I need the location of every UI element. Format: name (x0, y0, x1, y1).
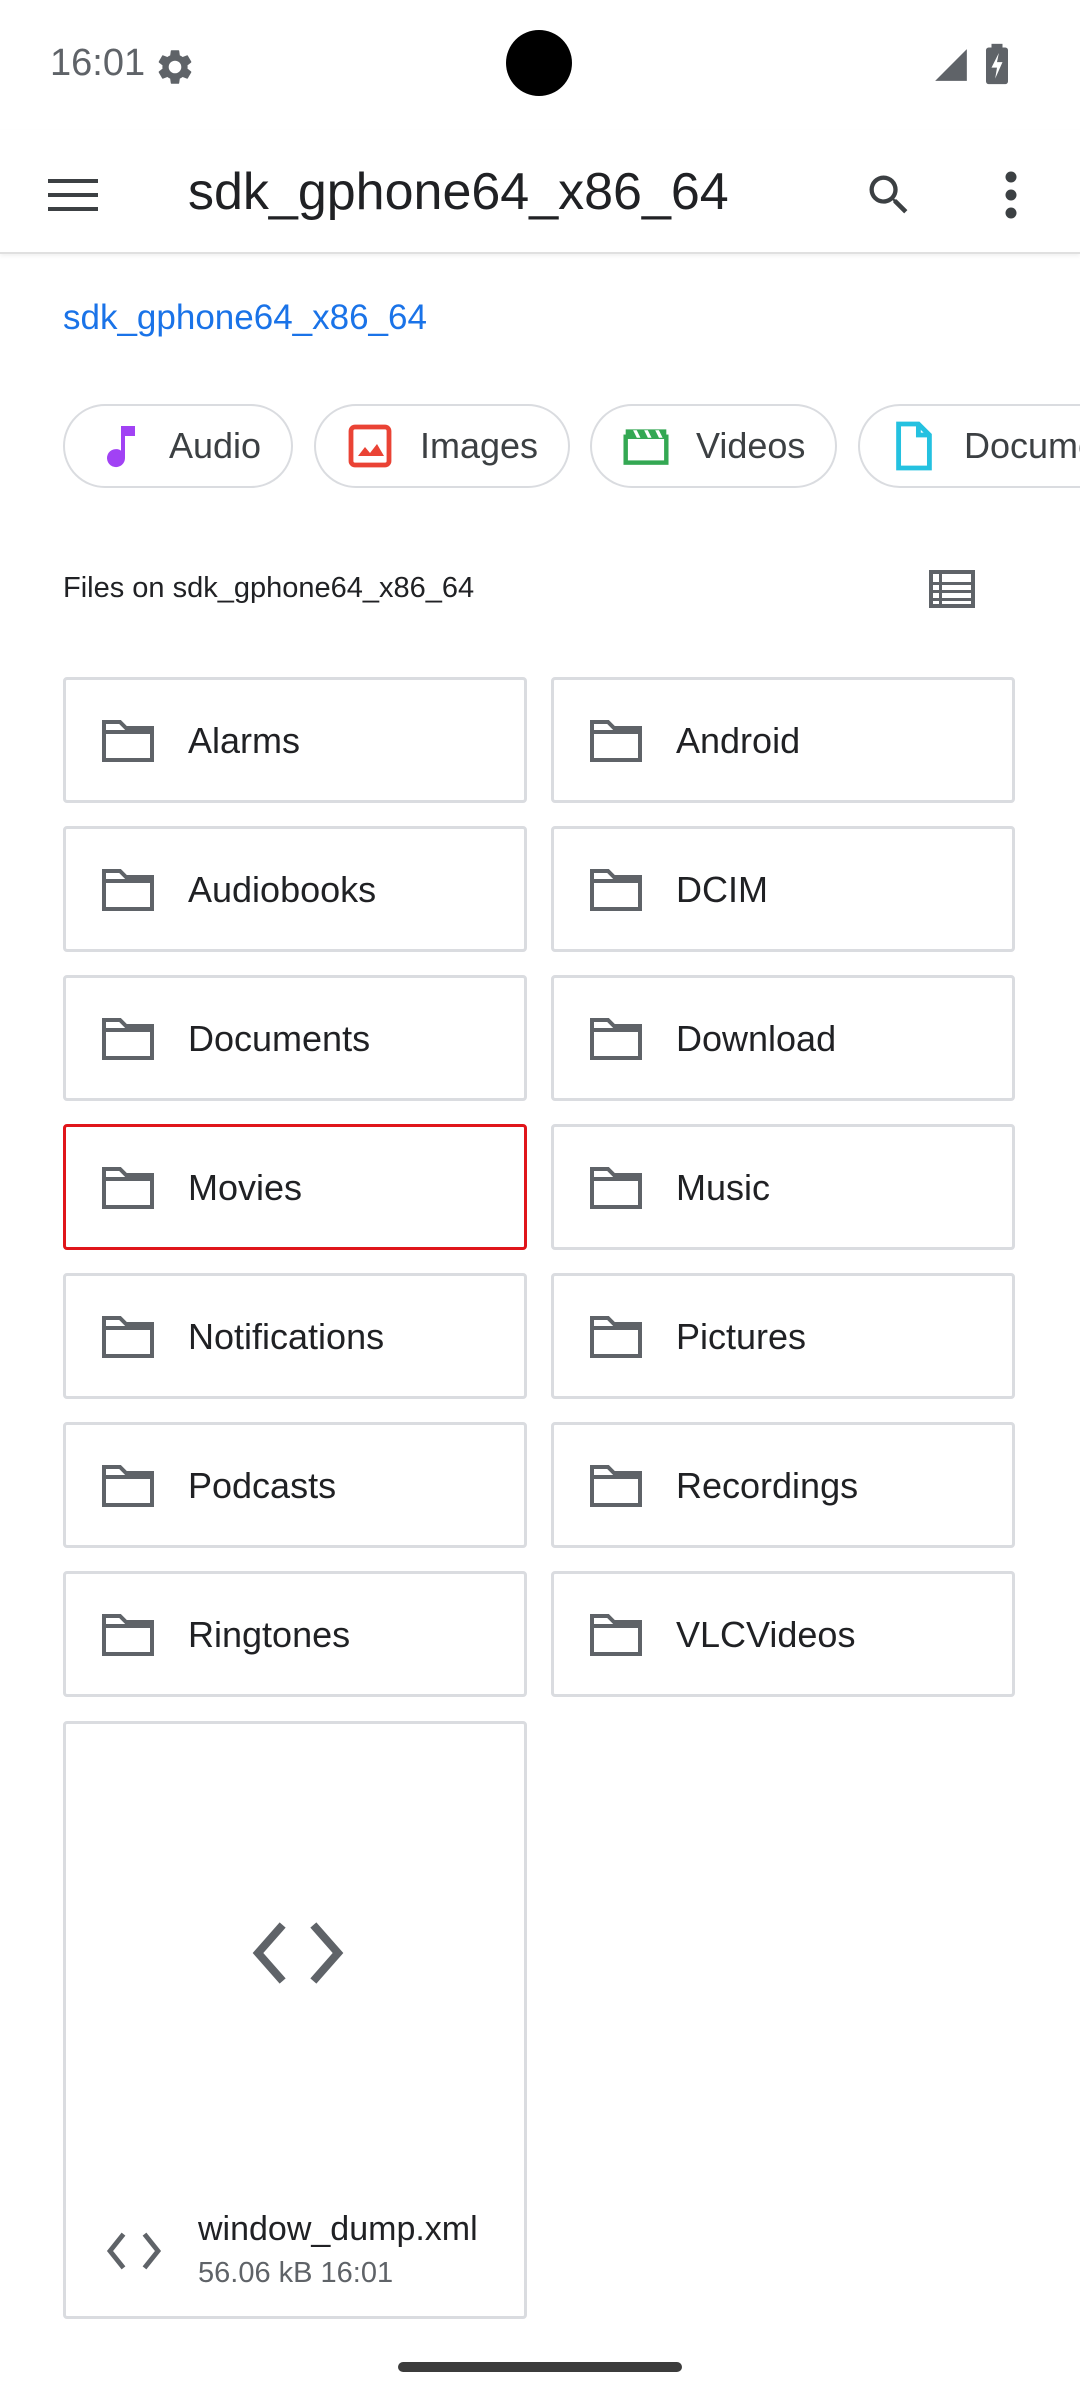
folder-name: Alarms (188, 720, 301, 761)
folder-item-audiobooks[interactable]: Audiobooks (63, 826, 527, 952)
chip-label: Documents (964, 425, 1080, 466)
folder-name: Documents (188, 1018, 371, 1059)
chip-label: Images (420, 425, 539, 466)
breadcrumb[interactable]: sdk_gphone64_x86_64 (63, 298, 427, 338)
list-view-toggle-button[interactable] (920, 560, 984, 618)
search-button[interactable] (854, 160, 924, 230)
folder-name: Podcasts (188, 1465, 337, 1506)
app-bar: sdk_gphone64_x86_64 (0, 130, 1080, 254)
status-bar: 16:01 (0, 0, 1080, 130)
folder-icon (590, 720, 642, 762)
chip-videos[interactable]: Videos (590, 404, 838, 488)
battery-charging-icon (986, 43, 1008, 85)
folder-item-alarms[interactable]: Alarms (63, 677, 527, 803)
folder-icon (590, 1018, 642, 1060)
folder-name: Android (676, 720, 801, 761)
folder-item-android[interactable]: Android (551, 677, 1015, 803)
folder-name: DCIM (676, 869, 768, 910)
folder-item-ringtones[interactable]: Ringtones (63, 1571, 527, 1697)
chip-label: Audio (169, 425, 262, 466)
chip-documents[interactable]: Documents (858, 404, 1080, 488)
folder-icon (102, 1167, 154, 1209)
folder-name: Notifications (188, 1316, 385, 1357)
code-preview-icon (252, 1922, 344, 1984)
search-icon (869, 175, 908, 214)
page-title: sdk_gphone64_x86_64 (188, 163, 729, 221)
folder-name: Pictures (676, 1316, 807, 1357)
movie-icon (622, 422, 670, 470)
more-vert-icon (1005, 171, 1017, 219)
folder-icon (102, 1018, 154, 1060)
chip-audio[interactable]: Audio (63, 404, 294, 488)
folder-name: Music (676, 1167, 771, 1208)
folder-item-music[interactable]: Music (551, 1124, 1015, 1250)
folder-name: Recordings (676, 1465, 859, 1506)
chip-images[interactable]: Images (314, 404, 571, 488)
folder-icon (102, 1465, 154, 1507)
folder-name: Movies (188, 1167, 303, 1208)
folder-icon (590, 869, 642, 911)
home-gesture-bar[interactable] (398, 2362, 682, 2372)
folder-name: Download (676, 1018, 837, 1059)
folder-item-download[interactable]: Download (551, 975, 1015, 1101)
folder-name: Ringtones (188, 1614, 351, 1655)
file-name: window_dump.xml (198, 2210, 478, 2248)
document-icon (890, 421, 938, 471)
folder-item-podcasts[interactable]: Podcasts (63, 1422, 527, 1548)
music-note-icon (95, 422, 143, 470)
chip-label: Videos (696, 425, 806, 466)
file-item-window-dump[interactable]: window_dump.xml 56.06 kB 16:01 (63, 1721, 527, 2319)
list-view-icon (929, 570, 975, 608)
folder-item-vlcvideos[interactable]: VLCVideos (551, 1571, 1015, 1697)
status-time: 16:01 (50, 42, 146, 84)
folder-name: Audiobooks (188, 869, 377, 910)
file-time: 16:01 (320, 2257, 394, 2289)
settings-gear-icon (158, 50, 192, 84)
folder-item-pictures[interactable]: Pictures (551, 1273, 1015, 1399)
file-meta: 56.06 kB 16:01 (198, 2257, 393, 2290)
folder-icon (590, 1465, 642, 1507)
folder-item-notifications[interactable]: Notifications (63, 1273, 527, 1399)
more-options-button[interactable] (976, 160, 1046, 230)
folder-name: VLCVideos (676, 1614, 856, 1655)
folder-item-dcim[interactable]: DCIM (551, 826, 1015, 952)
cell-signal-icon (935, 49, 967, 81)
category-chips: Audio Images Videos Documents (0, 404, 1080, 490)
folder-item-recordings[interactable]: Recordings (551, 1422, 1015, 1548)
folder-icon (102, 1316, 154, 1358)
folder-icon (102, 1614, 154, 1656)
folder-icon (102, 869, 154, 911)
section-title: Files on sdk_gphone64_x86_64 (63, 572, 475, 604)
camera-cutout (506, 30, 572, 96)
folder-item-documents[interactable]: Documents (63, 975, 527, 1101)
code-icon (106, 2232, 162, 2270)
folder-icon (102, 720, 154, 762)
hamburger-menu-icon (48, 179, 98, 211)
navigation-menu-button[interactable] (38, 160, 108, 230)
folder-icon (590, 1316, 642, 1358)
folder-item-movies[interactable]: Movies (63, 1124, 527, 1250)
image-icon (346, 422, 394, 470)
folder-icon (590, 1614, 642, 1656)
folder-icon (590, 1167, 642, 1209)
file-size: 56.06 kB (198, 2257, 313, 2289)
